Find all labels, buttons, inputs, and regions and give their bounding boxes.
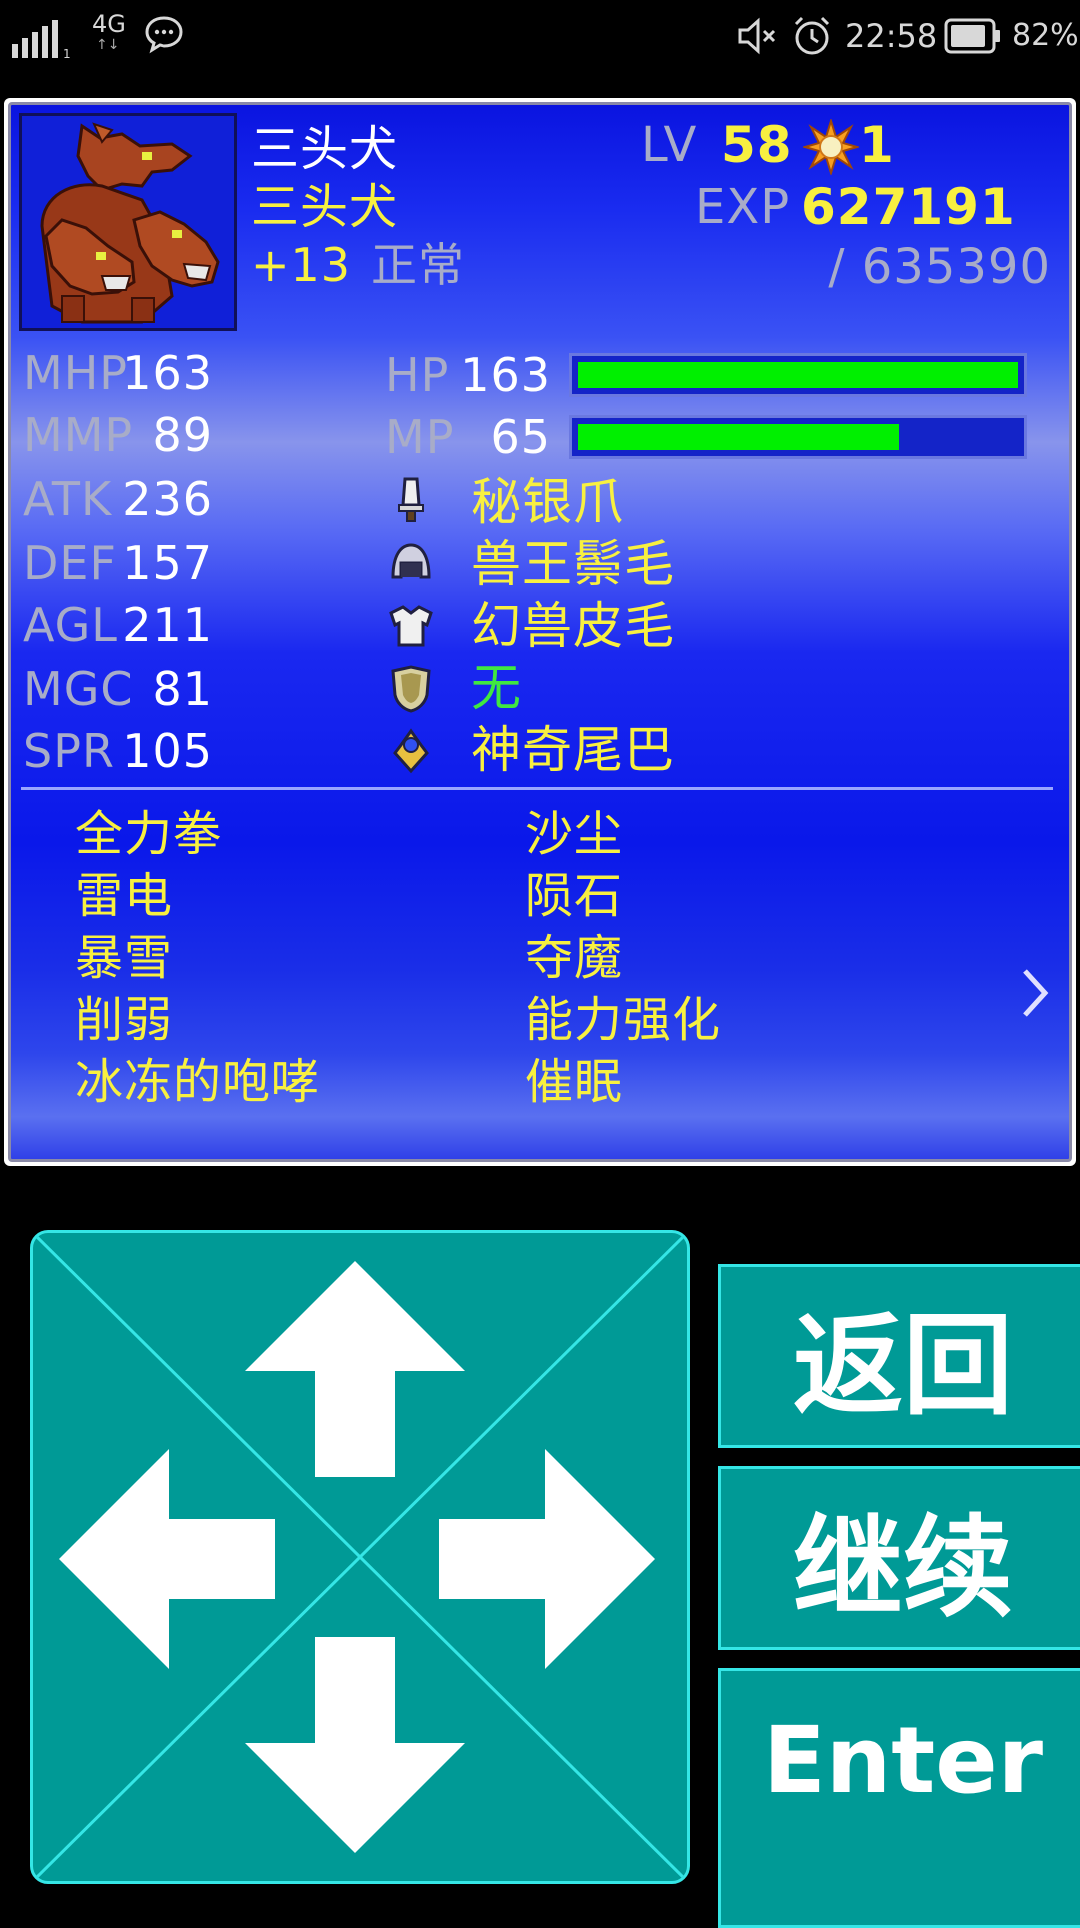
hp-gauge-fill — [578, 362, 1018, 388]
accessory-icon — [393, 728, 429, 774]
stat-value: 236 — [122, 472, 213, 526]
stat-label: AGL — [23, 598, 118, 652]
level-label: LV — [641, 117, 698, 173]
skill-item[interactable]: 冰冻的咆哮 — [75, 1051, 320, 1113]
character-status-window: 三头犬 三头犬 +13 正常 LV 58 1 EXP 627191 / 6353… — [4, 98, 1076, 1166]
enter-button[interactable]: Enter — [718, 1668, 1080, 1928]
down-arrow-icon[interactable] — [245, 1637, 465, 1853]
dagger-icon — [398, 477, 424, 522]
character-plus: +13 — [251, 238, 352, 292]
stat-mhp: MHP 163 — [23, 343, 213, 403]
battery-icon — [944, 18, 1000, 54]
signal-icon: 1 — [12, 20, 71, 58]
helmet-icon — [391, 543, 431, 579]
stat-label: SPR — [23, 724, 115, 778]
svg-text:1: 1 — [63, 47, 71, 58]
stat-label: MMP — [23, 408, 134, 462]
mp-gauge — [569, 415, 1027, 459]
stat-value: 105 — [122, 724, 213, 778]
shield-icon — [391, 665, 431, 713]
equip-shield-name: 无 — [471, 659, 522, 717]
dpad[interactable] — [30, 1230, 690, 1884]
skill-item[interactable]: 全力拳 — [75, 803, 222, 865]
mute-icon — [738, 17, 776, 55]
stat-mgc: MGC 81 — [23, 659, 213, 719]
stat-label: MHP — [23, 346, 129, 400]
character-class: 三头犬 — [251, 179, 399, 235]
star-count: 1 — [859, 116, 895, 174]
network-type: 4G — [92, 10, 126, 38]
character-condition: 正常 — [371, 238, 465, 292]
alarm-icon — [794, 16, 830, 55]
stat-agl: AGL 211 — [23, 595, 213, 655]
clock-time: 22:58 — [845, 17, 938, 55]
mp-label: MP — [385, 410, 455, 464]
status-bar: 1 4G ↑↓ 22:58 82% — [0, 0, 1080, 80]
left-arrow-icon[interactable] — [59, 1449, 275, 1669]
level-value: 58 — [721, 116, 793, 174]
equip-helmet-name: 兽王鬃毛 — [471, 535, 675, 593]
equip-armor-name: 幻兽皮毛 — [471, 597, 675, 655]
hp-value: 163 — [460, 348, 551, 402]
stat-label: MGC — [23, 662, 134, 716]
character-name: 三头犬 — [251, 121, 399, 177]
stat-value: 81 — [152, 662, 213, 716]
stat-def: DEF 157 — [23, 533, 213, 593]
exp-value: 627191 — [801, 178, 1016, 236]
skill-item[interactable]: 削弱 — [75, 989, 173, 1051]
stat-label: DEF — [23, 536, 117, 590]
hp-label: HP — [385, 348, 450, 402]
skill-item[interactable]: 暴雪 — [75, 927, 173, 989]
divider — [21, 787, 1053, 790]
stat-value: 163 — [122, 346, 213, 400]
stat-value: 157 — [122, 536, 213, 590]
skill-item[interactable]: 陨石 — [525, 865, 623, 927]
hp-gauge — [569, 353, 1027, 397]
data-arrows-icon: ↑↓ — [96, 37, 120, 53]
battery-percent: 82% — [1012, 18, 1079, 53]
skill-item[interactable]: 夺魔 — [525, 927, 623, 989]
exp-next-level: / 635390 — [828, 239, 1051, 295]
mp-gauge-fill — [578, 424, 900, 450]
right-arrow-icon[interactable] — [439, 1449, 655, 1669]
character-portrait — [19, 113, 237, 331]
exp-label: EXP — [695, 179, 791, 235]
stat-value: 211 — [122, 598, 213, 652]
stat-label: ATK — [23, 472, 113, 526]
skill-item[interactable]: 沙尘 — [525, 803, 623, 865]
skill-item[interactable]: 能力强化 — [525, 989, 721, 1051]
star-rank-icon — [803, 119, 859, 175]
status-panel: 三头犬 三头犬 +13 正常 LV 58 1 EXP 627191 / 6353… — [8, 102, 1072, 1162]
stat-mmp: MMP 89 — [23, 405, 213, 465]
equip-weapon-name: 秘银爪 — [471, 473, 624, 531]
equip-accessory-name: 神奇尾巴 — [471, 721, 675, 779]
back-button[interactable]: 返回 — [718, 1264, 1080, 1448]
next-page-arrow-icon[interactable] — [1015, 963, 1055, 1023]
skill-item[interactable]: 催眠 — [525, 1051, 623, 1113]
up-arrow-icon[interactable] — [245, 1261, 465, 1477]
stat-atk: ATK 236 — [23, 469, 213, 529]
skill-item[interactable]: 雷电 — [75, 865, 173, 927]
continue-button[interactable]: 继续 — [718, 1466, 1080, 1650]
stat-spr: SPR 105 — [23, 721, 213, 781]
mp-value: 65 — [490, 410, 551, 464]
cerberus-portrait-icon — [40, 122, 220, 324]
armor-icon — [389, 605, 433, 647]
stat-value: 89 — [152, 408, 213, 462]
chat-icon — [145, 16, 183, 54]
